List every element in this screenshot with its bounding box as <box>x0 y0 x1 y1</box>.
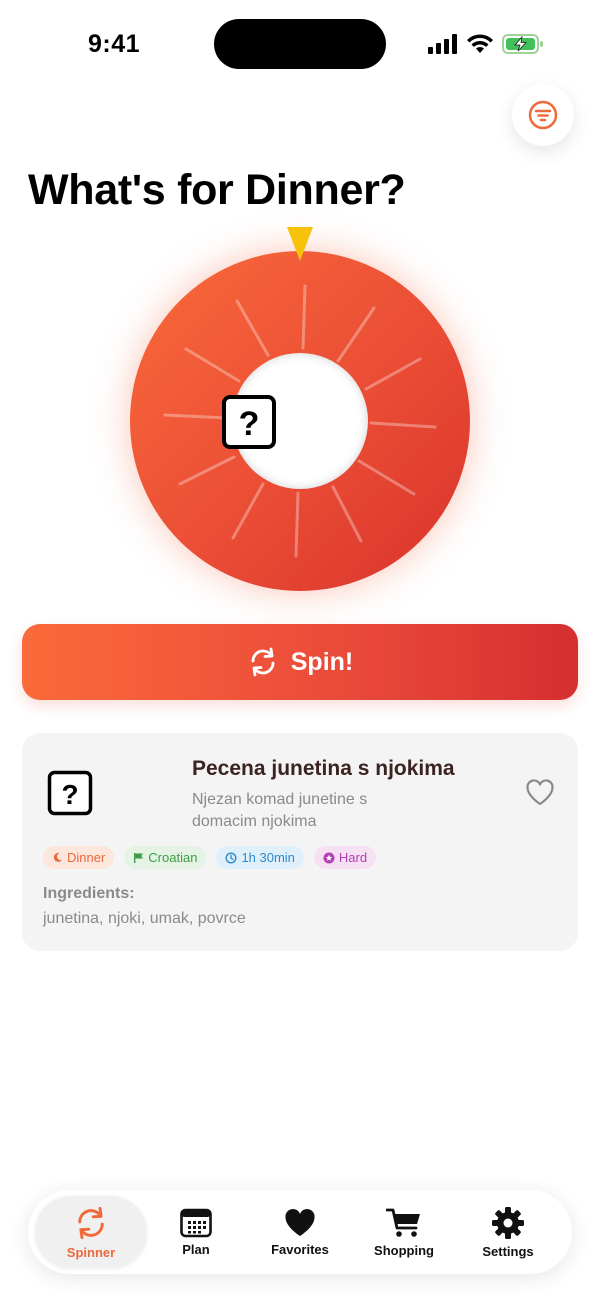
cellular-signal-icon <box>428 34 457 54</box>
status-icons <box>428 33 544 55</box>
ingredients-label: Ingredients: <box>43 885 135 902</box>
meal-tag: Dinner <box>43 846 115 869</box>
recipe-card[interactable]: ? Pecena junetina s njokima Njezan komad… <box>22 733 578 951</box>
status-bar: 9:41 <box>0 0 600 90</box>
battery-charging-icon <box>502 34 543 54</box>
recipe-title: Pecena junetina s njokima <box>192 757 455 780</box>
svg-text:?: ? <box>61 779 78 810</box>
tab-plan-label: Plan <box>182 1241 210 1257</box>
wheel-pointer <box>287 227 313 261</box>
tab-settings[interactable]: Settings <box>452 1196 564 1268</box>
gear-icon <box>492 1206 524 1239</box>
cart-icon <box>386 1208 420 1237</box>
difficulty-tag-label: Hard <box>338 850 368 865</box>
tab-bar: Spinner Plan Favorites Shopping Settings <box>28 1190 572 1274</box>
svg-text:?: ? <box>239 405 260 443</box>
recipe-tags: Dinner Croatian 1h 30min Hard <box>43 846 377 869</box>
tab-favorites-label: Favorites <box>271 1241 329 1257</box>
tab-settings-label: Settings <box>482 1243 534 1259</box>
spin-button-label: Spin! <box>290 647 354 676</box>
refresh-arrows-icon <box>251 647 275 677</box>
dinner-wheel[interactable] <box>130 251 470 591</box>
filter-lines-icon <box>528 100 558 130</box>
tab-shopping[interactable]: Shopping <box>348 1196 460 1268</box>
heart-outline-icon[interactable] <box>525 778 555 806</box>
flag-icon <box>134 853 144 863</box>
filter-button[interactable] <box>512 84 574 146</box>
status-time: 9:41 <box>88 30 141 58</box>
tab-spinner-label: Spinner <box>66 1244 116 1260</box>
tab-spinner[interactable]: Spinner <box>35 1196 147 1268</box>
star-circle-icon <box>323 852 335 863</box>
cuisine-tag: Croatian <box>124 846 207 869</box>
tab-plan[interactable]: Plan <box>140 1196 252 1268</box>
meal-tag-label: Dinner <box>67 850 106 865</box>
heart-icon <box>285 1208 315 1236</box>
question-mark-square-icon: ? <box>47 770 93 816</box>
clock-icon <box>225 851 237 864</box>
wifi-icon <box>467 34 493 53</box>
spin-button[interactable]: Spin! <box>22 624 578 700</box>
recipe-description: Njezan komad junetine s domacim njokima <box>192 791 368 830</box>
question-mark-square-icon: ? <box>222 395 276 449</box>
calendar-icon <box>180 1208 212 1237</box>
time-tag-label: 1h 30min <box>241 850 295 865</box>
ingredients-list: junetina, njoki, umak, povrce <box>43 910 246 927</box>
tab-shopping-label: Shopping <box>374 1242 434 1258</box>
tab-favorites[interactable]: Favorites <box>244 1196 356 1268</box>
moon-icon <box>53 852 62 862</box>
time-tag: 1h 30min <box>216 846 304 869</box>
page-title: What's for Dinner? <box>28 166 406 214</box>
dynamic-island <box>214 19 386 69</box>
difficulty-tag: Hard <box>313 846 377 869</box>
refresh-arrows-icon <box>78 1206 104 1239</box>
cuisine-tag-label: Croatian <box>148 850 198 865</box>
